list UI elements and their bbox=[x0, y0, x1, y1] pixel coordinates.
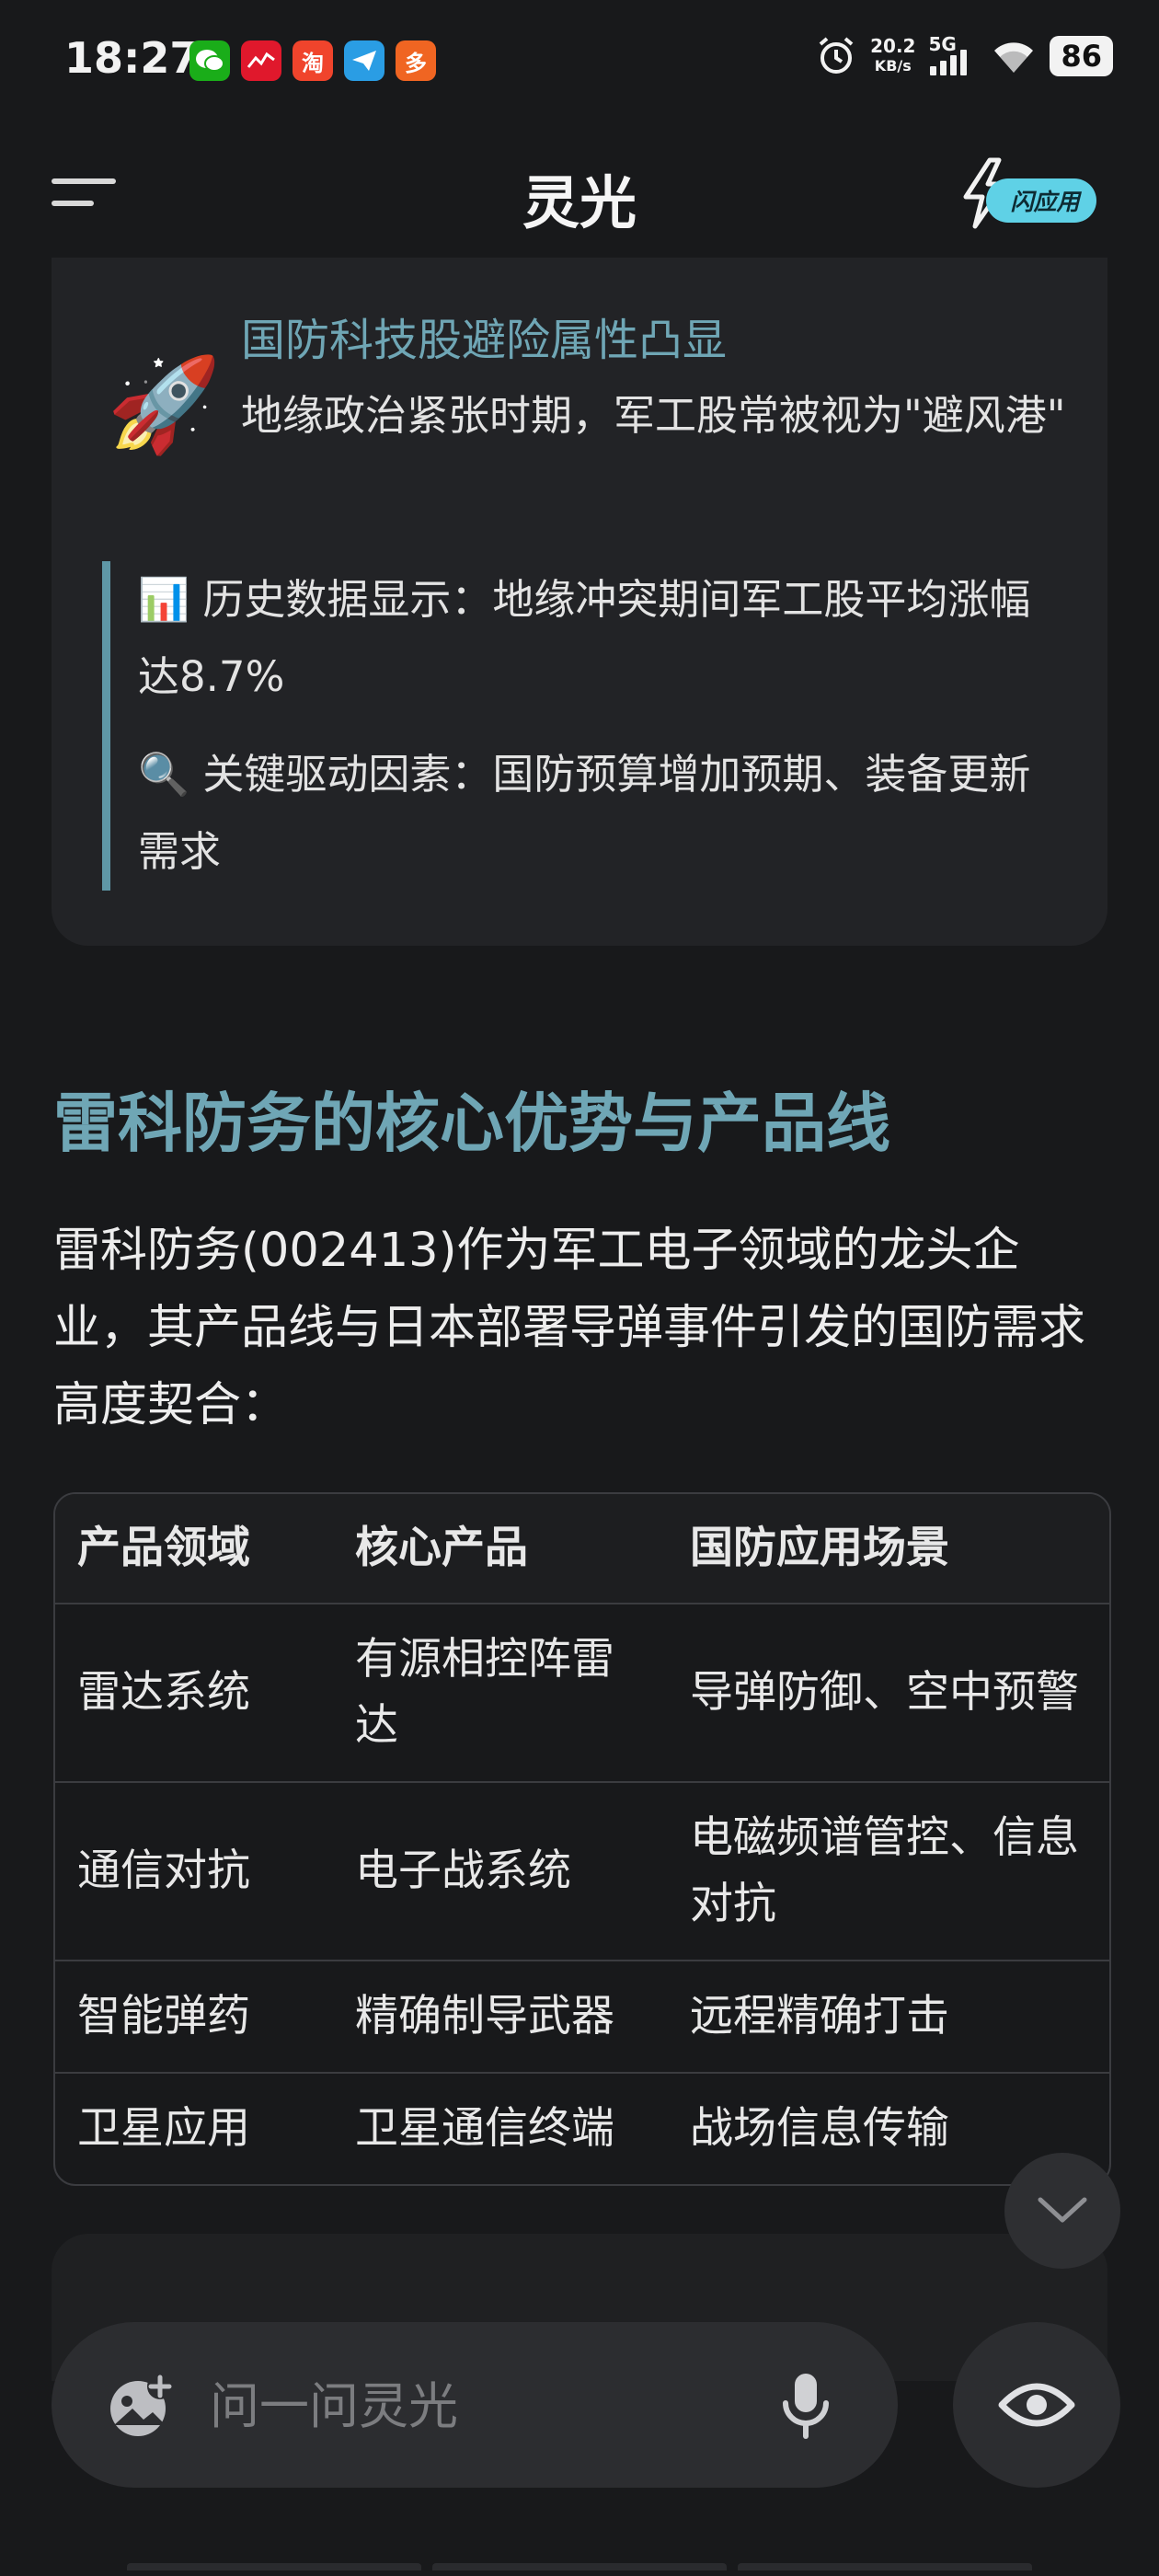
table-header-cell: 核心产品 bbox=[355, 1523, 528, 1573]
table-row: 智能弹药 精确制导武器 远程精确打击 bbox=[55, 1960, 1109, 2072]
add-image-button[interactable] bbox=[107, 2372, 175, 2440]
table-cell: 电子战系统 bbox=[355, 1846, 571, 1896]
table-cell: 有源相控阵雷达 bbox=[355, 1634, 614, 1751]
info-card: 🚀 国防科技股避险属性凸显 地缘政治紧张时期，军工股常被视为"避风港" 📊 历史… bbox=[52, 258, 1107, 946]
paper-plane-icon bbox=[344, 40, 384, 81]
table-cell: 雷达系统 bbox=[77, 1667, 250, 1718]
app-header: 灵光 闪应用 bbox=[0, 129, 1159, 258]
table-cell: 通信对抗 bbox=[77, 1846, 250, 1896]
quote-line: 📊 历史数据显示：地缘冲突期间军工股平均涨幅达8.7% bbox=[138, 575, 1031, 701]
status-bar: 18:27 淘 多 20.2 KB/s 5G 86 bbox=[0, 0, 1159, 129]
visual-mode-button[interactable] bbox=[953, 2322, 1120, 2488]
alarm-icon bbox=[819, 37, 854, 74]
table-header-row: 产品领域 核心产品 国防应用场景 bbox=[55, 1494, 1109, 1603]
card-quote: 📊 历史数据显示：地缘冲突期间军工股平均涨幅达8.7% 🔍 关键驱动因素：国防预… bbox=[102, 561, 1059, 891]
taobao-icon: 淘 bbox=[293, 40, 333, 81]
chevron-down-icon bbox=[1038, 2197, 1087, 2223]
cellular-signal-icon: 5G bbox=[928, 33, 978, 79]
network-speed-value: 20.2 bbox=[870, 35, 916, 57]
network-speed-unit: KB/s bbox=[874, 57, 912, 75]
table-cell: 卫星应用 bbox=[77, 2103, 250, 2154]
table-row: 卫星应用 卫星通信终端 战场信息传输 bbox=[55, 2072, 1109, 2184]
scroll-down-button[interactable] bbox=[1004, 2153, 1120, 2269]
notification-icons: 淘 多 bbox=[189, 40, 436, 81]
table-header-cell: 国防应用场景 bbox=[690, 1523, 949, 1573]
flash-app-button[interactable]: 闪应用 bbox=[958, 156, 1100, 230]
status-time: 18:27 bbox=[64, 33, 200, 83]
table-cell: 导弹防御、空中预警 bbox=[690, 1667, 1079, 1718]
quote-line: 🔍 关键驱动因素：国防预算增加预期、装备更新需求 bbox=[138, 750, 1031, 876]
stock-app-icon bbox=[241, 40, 281, 81]
table-row: 通信对抗 电子战系统 电磁频谱管控、信息对抗 bbox=[55, 1781, 1109, 1960]
gesture-bar-area bbox=[127, 2563, 1032, 2570]
section-paragraph: 雷科防务(002413)作为军工电子领域的龙头企业，其产品线与日本部署导弹事件引… bbox=[53, 1224, 1086, 1432]
shopping-app-icon: 多 bbox=[396, 40, 436, 81]
add-image-icon bbox=[110, 2374, 173, 2436]
flash-app-label: 闪应用 bbox=[986, 178, 1096, 223]
chat-input-bar bbox=[52, 2322, 898, 2488]
product-table: 产品领域 核心产品 国防应用场景 雷达系统 有源相控阵雷达 导弹防御、空中预警 … bbox=[53, 1492, 1111, 2186]
table-cell: 电磁频谱管控、信息对抗 bbox=[690, 1812, 1079, 1929]
table-cell: 精确制导武器 bbox=[355, 1991, 614, 2041]
card-heading: 国防科技股避险属性凸显 bbox=[241, 315, 728, 366]
wifi-icon bbox=[994, 42, 1034, 73]
card-description: 地缘政治紧张时期，军工股常被视为"避风港" bbox=[241, 391, 1066, 440]
eye-icon bbox=[998, 2383, 1075, 2427]
rocket-icon: 🚀 bbox=[107, 351, 222, 458]
wechat-icon bbox=[189, 40, 230, 81]
battery-indicator: 86 bbox=[1050, 36, 1113, 76]
table-cell: 智能弹药 bbox=[77, 1991, 250, 2041]
status-indicators: 20.2 KB/s 5G 86 bbox=[815, 33, 1113, 79]
table-cell: 卫星通信终端 bbox=[355, 2103, 614, 2154]
network-speed: 20.2 KB/s bbox=[870, 36, 915, 76]
chat-input[interactable] bbox=[208, 2368, 763, 2444]
microphone-icon bbox=[783, 2374, 829, 2439]
table-row: 雷达系统 有源相控阵雷达 导弹防御、空中预警 bbox=[55, 1603, 1109, 1781]
table-header-cell: 产品领域 bbox=[77, 1523, 250, 1573]
section-heading: 雷科防务的核心优势与产品线 bbox=[53, 1086, 890, 1161]
table-cell: 远程精确打击 bbox=[690, 1991, 949, 2041]
voice-input-button[interactable] bbox=[769, 2368, 843, 2442]
